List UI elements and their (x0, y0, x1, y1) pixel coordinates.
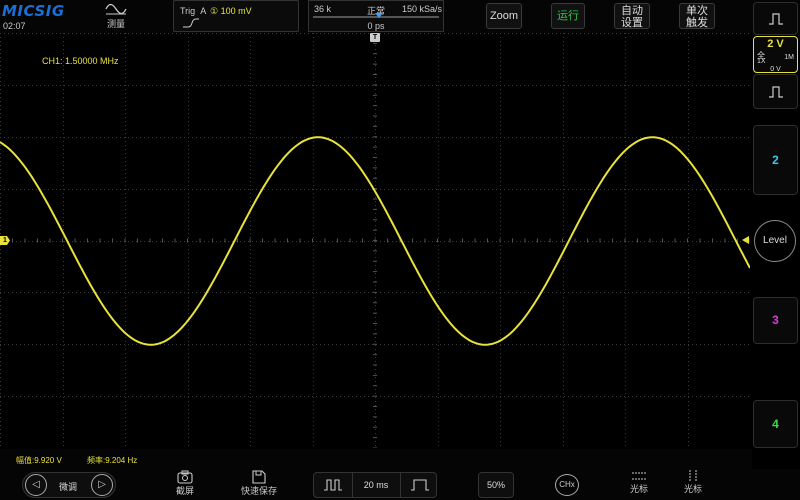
horizontal-cursor-button[interactable]: 光标 (624, 470, 654, 495)
timebase-decrease-button[interactable] (314, 473, 353, 497)
quick-save-label: 快速保存 (240, 486, 277, 496)
measurement-bar: 幅值:9.920 V 频率:9.204 Hz (0, 449, 752, 469)
ch4-button[interactable]: 4 (753, 400, 798, 448)
run-stop-button[interactable]: 运行 (551, 3, 585, 29)
single-trigger-label-2: 触发 (686, 17, 708, 29)
vertical-cursor-button[interactable]: 光标 (678, 470, 708, 495)
horizontal-cursor-label: 光标 (629, 484, 648, 494)
frequency-readout: 频率:9.204 Hz (87, 456, 138, 465)
auto-setup-label-2: 设置 (621, 17, 643, 29)
memory-position-bar[interactable] (313, 13, 439, 18)
waveform-type-button[interactable] (753, 74, 798, 109)
trigger-panel[interactable]: Trig A ① 100 mV (173, 0, 299, 32)
sample-rate: 150 kSa/s (402, 4, 443, 14)
trigger-50-button[interactable]: 50% (478, 472, 514, 498)
brand-logo: MICSIG (2, 2, 65, 20)
trigger-time-marker[interactable]: T (370, 33, 380, 42)
horizontal-offset: 0 ps (367, 21, 385, 31)
narrow-pulse-icon (324, 479, 342, 491)
measure-button[interactable]: 测量 (100, 1, 132, 31)
trigger-level: ① 100 mV (210, 6, 252, 16)
single-trigger-label-1: 单次 (686, 5, 708, 17)
save-icon (252, 470, 266, 484)
ch1-settings-panel[interactable]: 2 V 全 1X 1M 0 V (753, 36, 798, 73)
timebase-increase-button[interactable] (400, 473, 438, 497)
ch3-button[interactable]: 3 (753, 297, 798, 344)
trigger-level-marker[interactable] (742, 236, 749, 244)
sine-wave-icon (105, 3, 127, 15)
ch2-button[interactable]: 2 (753, 125, 798, 195)
screenshot-label: 截屏 (175, 486, 194, 496)
timebase-value: 20 ms (363, 480, 389, 490)
auto-setup-button[interactable]: 自动 设置 (614, 3, 650, 29)
quick-save-button[interactable]: 快速保存 (238, 470, 280, 497)
amplitude-readout: 幅值:9.920 V (16, 456, 62, 465)
vertical-cursor-label: 光标 (683, 484, 702, 494)
zoom-button[interactable]: Zoom (486, 3, 522, 29)
memory-depth: 36 k (314, 4, 332, 14)
timebase-control: 20 ms (313, 472, 437, 498)
measure-label: 测量 (106, 19, 125, 29)
chx-button[interactable]: CHx (555, 474, 579, 496)
ch1-waveform-button[interactable] (753, 2, 798, 35)
rising-edge-icon (183, 18, 199, 28)
timebase-panel[interactable]: 36 k 正常 150 kSa/s 0 ps (308, 0, 444, 32)
auto-setup-label-1: 自动 (621, 5, 643, 17)
ch1-offset: 0 V (770, 66, 781, 73)
single-trigger-button[interactable]: 单次 触发 (679, 3, 715, 29)
horizontal-cursor-icon (632, 472, 646, 480)
wide-pulse-icon (410, 479, 429, 491)
ch1-impedance: 1M (784, 54, 794, 61)
center-axis-ticks (0, 33, 750, 448)
fine-adjust-group: ◁ 微调 ▷ (22, 472, 116, 498)
position-marker (375, 13, 383, 18)
square-pulse-icon (768, 13, 783, 25)
clock: 02:07 (3, 21, 26, 31)
waveform-display[interactable] (0, 33, 750, 448)
ch1-volts-div: 2 V (767, 38, 784, 50)
ch1-frequency-label: CH1: 1.50000 MHz (42, 56, 119, 66)
fine-adjust-label: 微调 (59, 482, 78, 492)
level-button[interactable]: Level (754, 220, 796, 262)
fine-adjust-left-button[interactable]: ◁ (25, 474, 47, 496)
ch1-probe: 1X (757, 58, 766, 65)
trigger-label: Trig A (180, 6, 207, 16)
square-pulse-icon (768, 86, 783, 98)
camera-icon (177, 470, 193, 484)
vertical-cursor-icon (689, 470, 697, 482)
screenshot-button[interactable]: 截屏 (170, 470, 200, 497)
fine-adjust-right-button[interactable]: ▷ (91, 474, 113, 496)
